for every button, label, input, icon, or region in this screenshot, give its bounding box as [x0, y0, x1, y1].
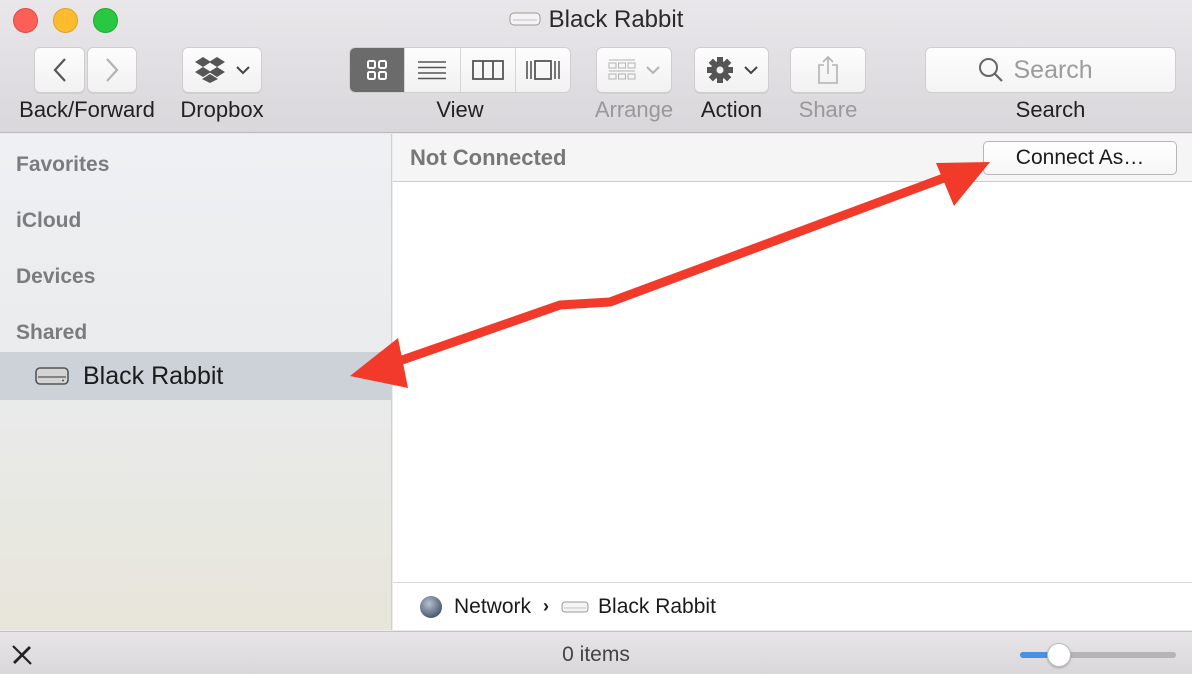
- arrange-grid-icon: [608, 59, 636, 80]
- search-field[interactable]: [925, 47, 1176, 93]
- icon-view-button[interactable]: [350, 48, 406, 92]
- status-bar: 0 items: [0, 631, 1192, 674]
- action-label: Action: [700, 97, 763, 122]
- icon-size-slider[interactable]: [1020, 643, 1176, 667]
- path-separator-icon: ›: [543, 596, 550, 616]
- chevron-right-icon: [106, 58, 119, 82]
- list-icon: [418, 61, 447, 80]
- window-title-text: Black Rabbit: [548, 6, 684, 33]
- sidebar-heading-shared[interactable]: Shared: [16, 321, 87, 345]
- path-segment-network[interactable]: Network: [454, 595, 531, 619]
- sidebar: Favorites iCloud Devices Shared Black Ra…: [0, 134, 392, 630]
- network-drive-icon: [561, 601, 589, 612]
- search-input[interactable]: [1013, 55, 1124, 85]
- back-button[interactable]: [34, 47, 85, 93]
- connection-bar: Not Connected Connect As…: [393, 134, 1192, 182]
- window-toolbar: Black Rabbit Back/Forward Dropbox View A…: [0, 0, 1192, 133]
- action-button[interactable]: [694, 47, 769, 93]
- columns-icon: [471, 60, 504, 80]
- chevron-down-icon: [743, 65, 758, 74]
- view-mode-control: [349, 47, 571, 93]
- chevron-down-icon: [236, 65, 250, 74]
- cover-flow-icon: [526, 60, 560, 80]
- dropbox-label: Dropbox: [180, 97, 264, 122]
- share-icon: [818, 55, 838, 84]
- chevron-down-icon: [646, 65, 660, 74]
- forward-button[interactable]: [87, 47, 137, 93]
- view-label: View: [436, 97, 484, 122]
- connect-as-button[interactable]: Connect As…: [983, 141, 1177, 175]
- chevron-left-icon: [53, 58, 66, 82]
- sidebar-item-label: Black Rabbit: [83, 361, 224, 390]
- path-segment-black-rabbit[interactable]: Black Rabbit: [598, 595, 716, 619]
- arrange-button[interactable]: [596, 47, 672, 93]
- arrange-label: Arrange: [594, 97, 674, 122]
- grid-icon: [367, 60, 388, 80]
- dropbox-icon: [195, 57, 225, 83]
- share-label: Share: [798, 97, 858, 122]
- sidebar-heading-favorites[interactable]: Favorites: [16, 153, 109, 177]
- share-button[interactable]: [790, 47, 866, 93]
- content-area: Not Connected Connect As… Network › Blac…: [393, 134, 1192, 630]
- list-view-button[interactable]: [405, 48, 461, 92]
- search-label: Search: [1015, 97, 1086, 122]
- window-title: Black Rabbit: [0, 6, 1192, 34]
- search-icon: [978, 58, 1003, 82]
- sidebar-item-black-rabbit[interactable]: Black Rabbit: [0, 352, 391, 400]
- sidebar-heading-icloud[interactable]: iCloud: [16, 209, 81, 233]
- gear-icon: [706, 57, 733, 83]
- item-count: 0 items: [562, 643, 630, 666]
- dropbox-button[interactable]: [182, 47, 262, 93]
- sidebar-heading-devices[interactable]: Devices: [16, 265, 95, 289]
- column-view-button[interactable]: [461, 48, 516, 92]
- connection-status: Not Connected: [410, 145, 567, 170]
- cover-flow-view-button[interactable]: [516, 48, 570, 92]
- network-drive-icon: [35, 367, 69, 385]
- slider-knob[interactable]: [1047, 643, 1071, 667]
- path-bar: Network › Black Rabbit: [393, 582, 1192, 630]
- globe-icon: [420, 595, 442, 618]
- network-drive-icon: [509, 12, 541, 26]
- back-forward-label: Back/Forward: [19, 97, 155, 122]
